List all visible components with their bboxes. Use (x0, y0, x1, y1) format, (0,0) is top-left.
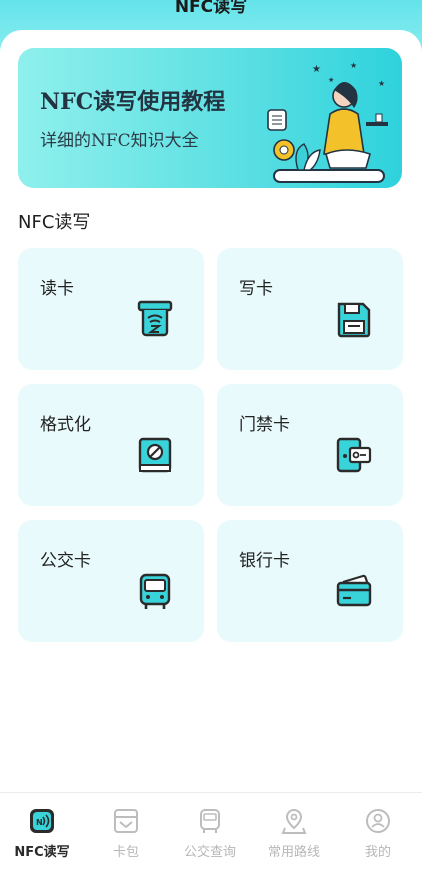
card-write[interactable]: 写卡 (217, 248, 403, 370)
bus-icon (200, 809, 220, 833)
svg-text:★: ★ (328, 76, 334, 84)
location-pin-icon (281, 808, 307, 834)
svg-text:★: ★ (378, 79, 385, 88)
banner-subtitle: 详细的NFC知识大全 (40, 131, 199, 151)
card-door[interactable]: 门禁卡 (217, 384, 403, 506)
wallet-icon (114, 809, 138, 833)
svg-text:★: ★ (350, 61, 357, 70)
card-bank[interactable]: 银行卡 (217, 520, 403, 642)
card-label: 公交卡 (40, 551, 91, 571)
banner-title: NFC读写使用教程 (40, 89, 226, 115)
svg-text:N: N (36, 818, 43, 827)
card-bus[interactable]: 公交卡 (18, 520, 204, 642)
card-label: 银行卡 (239, 551, 290, 571)
tab-wallet[interactable]: 卡包 (84, 807, 168, 863)
tab-label: 卡包 (112, 845, 139, 860)
card-label: 格式化 (40, 415, 91, 435)
card-format[interactable]: 格式化 (18, 384, 204, 506)
tab-me[interactable]: 我的 (336, 807, 420, 863)
card-read[interactable]: 读卡 (18, 248, 204, 370)
tab-bus-query[interactable]: 公交查询 (168, 807, 252, 863)
card-label: 读卡 (40, 279, 74, 299)
tab-nfc[interactable]: N NFC读写 (0, 807, 84, 863)
format-icon (138, 437, 172, 473)
bank-card-icon (336, 574, 372, 607)
read-card-icon (137, 300, 173, 337)
tab-label: 公交查询 (183, 845, 236, 860)
tutorial-banner[interactable]: NFC读写使用教程 详细的NFC知识大全 ★ ★ ★ ★ (18, 48, 402, 188)
nfc-icon: N (30, 809, 54, 833)
tab-label: NFC读写 (14, 845, 70, 860)
tab-label: 常用路线 (267, 845, 320, 860)
card-label: 写卡 (239, 279, 273, 299)
card-label: 门禁卡 (239, 415, 290, 435)
tab-label: 我的 (364, 845, 391, 860)
bottom-tab-bar: N NFC读写 卡包 公交查询 常用路线 我的 (0, 792, 422, 870)
tab-routes[interactable]: 常用路线 (252, 807, 336, 863)
save-icon (337, 302, 371, 338)
bus-icon (139, 573, 171, 609)
user-icon (366, 809, 390, 833)
banner-illustration: ★ ★ ★ ★ (267, 61, 388, 183)
svg-text:★: ★ (312, 64, 321, 75)
door-card-icon (336, 437, 372, 473)
app-title: NFC读写 (174, 0, 248, 17)
section-title: NFC读写 (18, 212, 91, 233)
